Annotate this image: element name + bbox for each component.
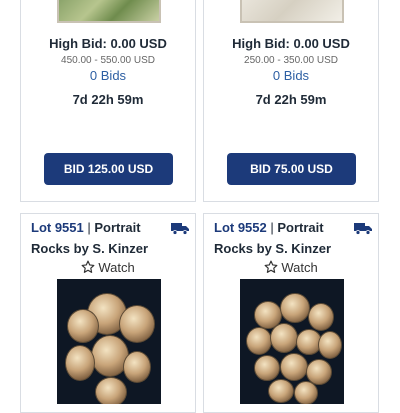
- truck-icon: [354, 223, 372, 235]
- estimate-text: 250.00 - 350.00 USD: [244, 55, 338, 66]
- lot-card-top-right: High Bid: 0.00 USD 250.00 - 350.00 USD 0…: [203, 0, 379, 202]
- lot-separator: |: [83, 220, 95, 235]
- lot-card-top-left: High Bid: 0.00 USD 450.00 - 550.00 USD 0…: [20, 0, 196, 202]
- estimate-text: 450.00 - 550.00 USD: [61, 55, 155, 66]
- rock-shape: [270, 323, 298, 353]
- lot-number[interactable]: Lot 9552: [214, 220, 267, 235]
- time-remaining: 7d 22h 59m: [255, 92, 327, 107]
- lot-title[interactable]: Rocks by S. Kinzer: [214, 241, 368, 256]
- rock-shape: [294, 381, 318, 404]
- lot-number[interactable]: Lot 9551: [31, 220, 84, 235]
- watch-button[interactable]: Watch: [204, 260, 378, 275]
- bid-button[interactable]: BID 75.00 USD: [227, 153, 356, 185]
- rock-shape: [65, 345, 95, 381]
- lot-card-bottom-left: Lot 9551 | Portrait Rocks by S. Kinzer W…: [20, 213, 196, 413]
- rock-shape: [123, 351, 151, 383]
- lot-photo[interactable]: [57, 279, 161, 404]
- bid-button[interactable]: BID 125.00 USD: [44, 153, 173, 185]
- rock-shape: [308, 303, 334, 331]
- bids-link[interactable]: 0 Bids: [204, 68, 378, 83]
- watch-label: Watch: [98, 260, 135, 275]
- lot-separator: |: [266, 220, 278, 235]
- time-remaining: 7d 22h 59m: [72, 92, 144, 107]
- truck-icon: [171, 223, 189, 235]
- rock-shape: [280, 293, 310, 323]
- rock-shape: [254, 355, 280, 381]
- watch-label: Watch: [281, 260, 318, 275]
- lot-title-line[interactable]: Lot 9551 | Portrait: [31, 220, 185, 235]
- lot-category[interactable]: Portrait: [94, 220, 140, 235]
- bids-link[interactable]: 0 Bids: [21, 68, 195, 83]
- rock-shape: [268, 379, 294, 403]
- star-outline-icon: [81, 260, 95, 273]
- high-bid-text: High Bid: 0.00 USD: [49, 36, 167, 51]
- lot-card-bottom-right: Lot 9552 | Portrait Rocks by S. Kinzer W…: [203, 213, 379, 413]
- lot-thumbnail[interactable]: [57, 0, 161, 23]
- watch-button[interactable]: Watch: [21, 260, 195, 275]
- rock-shape: [280, 353, 308, 381]
- rock-shape: [246, 327, 272, 355]
- rock-shape: [318, 331, 342, 359]
- lot-photo[interactable]: [240, 279, 344, 404]
- star-outline-icon: [264, 260, 278, 273]
- lot-title-line[interactable]: Lot 9552 | Portrait: [214, 220, 368, 235]
- rock-shape: [119, 305, 155, 343]
- lot-thumbnail[interactable]: [240, 0, 344, 23]
- high-bid-text: High Bid: 0.00 USD: [232, 36, 350, 51]
- lot-title[interactable]: Rocks by S. Kinzer: [31, 241, 185, 256]
- lot-category[interactable]: Portrait: [277, 220, 323, 235]
- rock-shape: [67, 309, 99, 343]
